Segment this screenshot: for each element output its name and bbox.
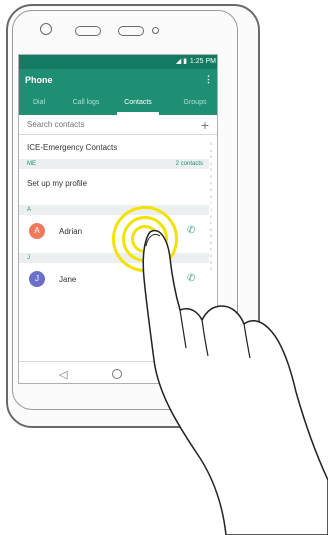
pointing-hand-illustration [142,229,328,535]
